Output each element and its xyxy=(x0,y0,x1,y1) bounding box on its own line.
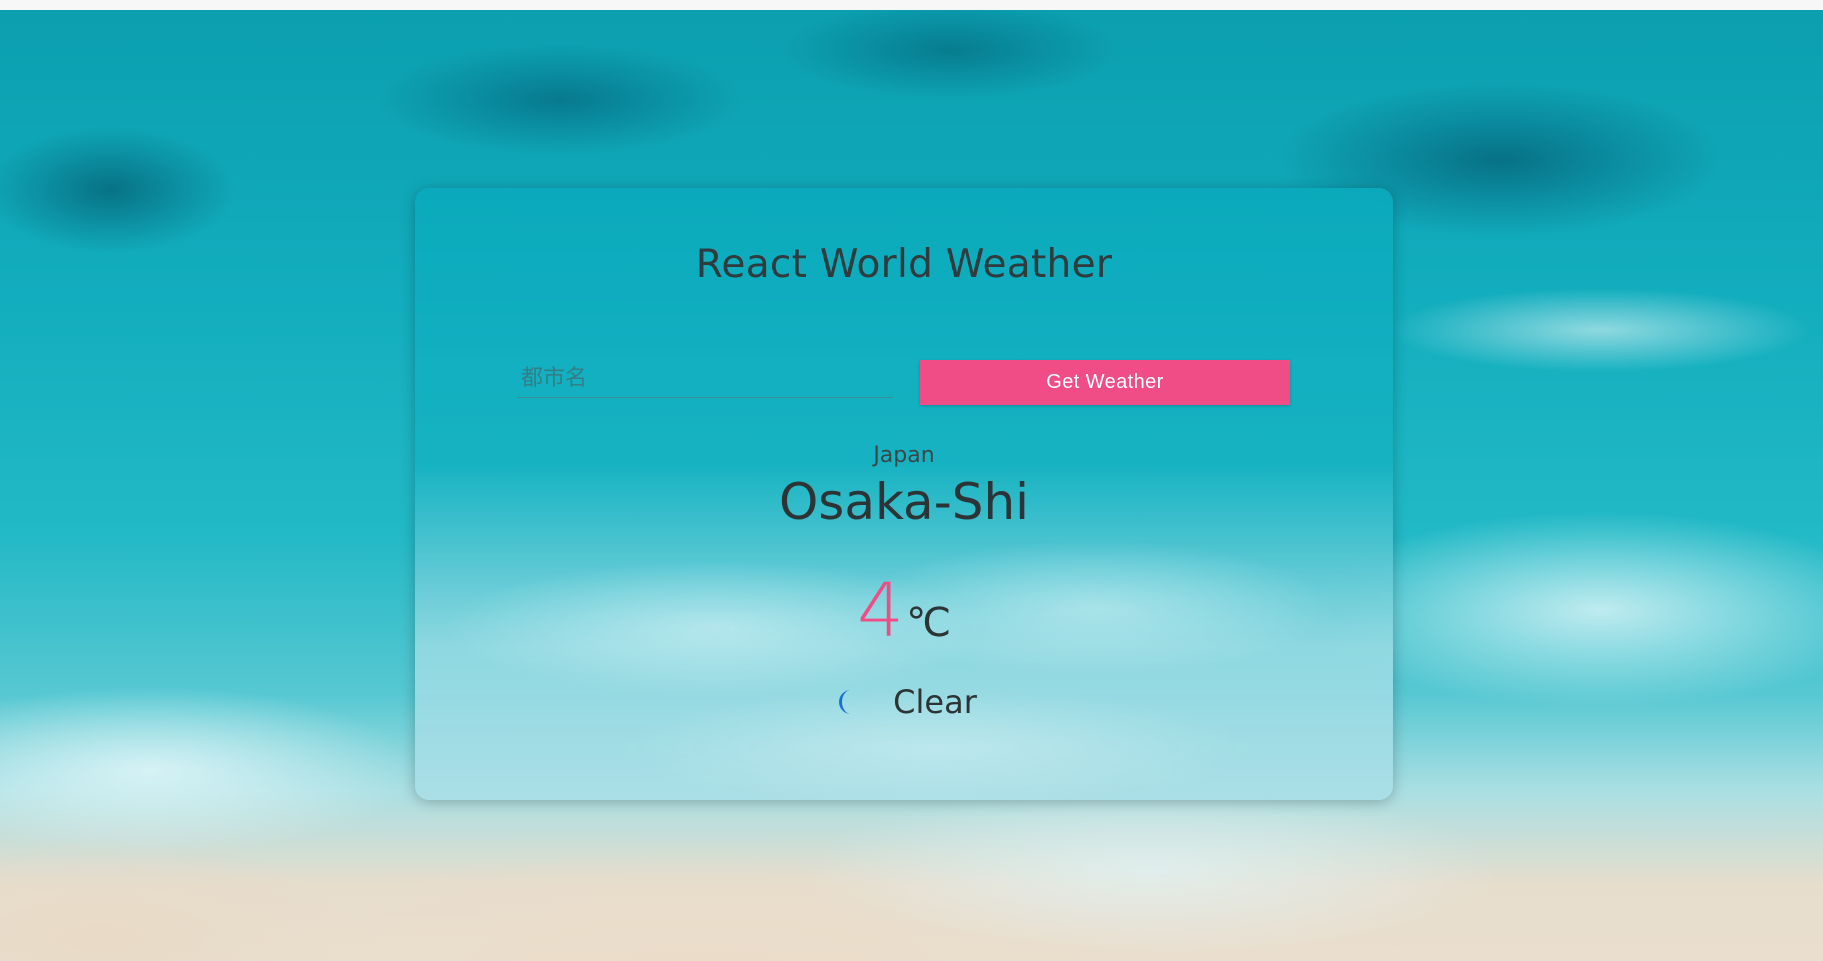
temperature-unit: ℃ xyxy=(906,600,951,646)
page: React World Weather Get Weather Japan Os… xyxy=(0,0,1823,961)
weather-condition: Clear xyxy=(415,683,1393,721)
app-title: React World Weather xyxy=(695,242,1113,287)
temperature-value: 4 xyxy=(856,568,905,654)
country-label: Japan xyxy=(873,443,935,468)
weather-card: React World Weather Get Weather Japan Os… xyxy=(415,188,1393,800)
get-weather-button[interactable]: Get Weather xyxy=(920,360,1290,405)
city-name: Osaka-Shi xyxy=(778,473,1030,531)
condition-label: Clear xyxy=(893,683,977,721)
city-search-input[interactable] xyxy=(517,360,893,398)
moon-icon xyxy=(831,686,863,718)
temperature-display: 4℃ xyxy=(415,568,1393,654)
